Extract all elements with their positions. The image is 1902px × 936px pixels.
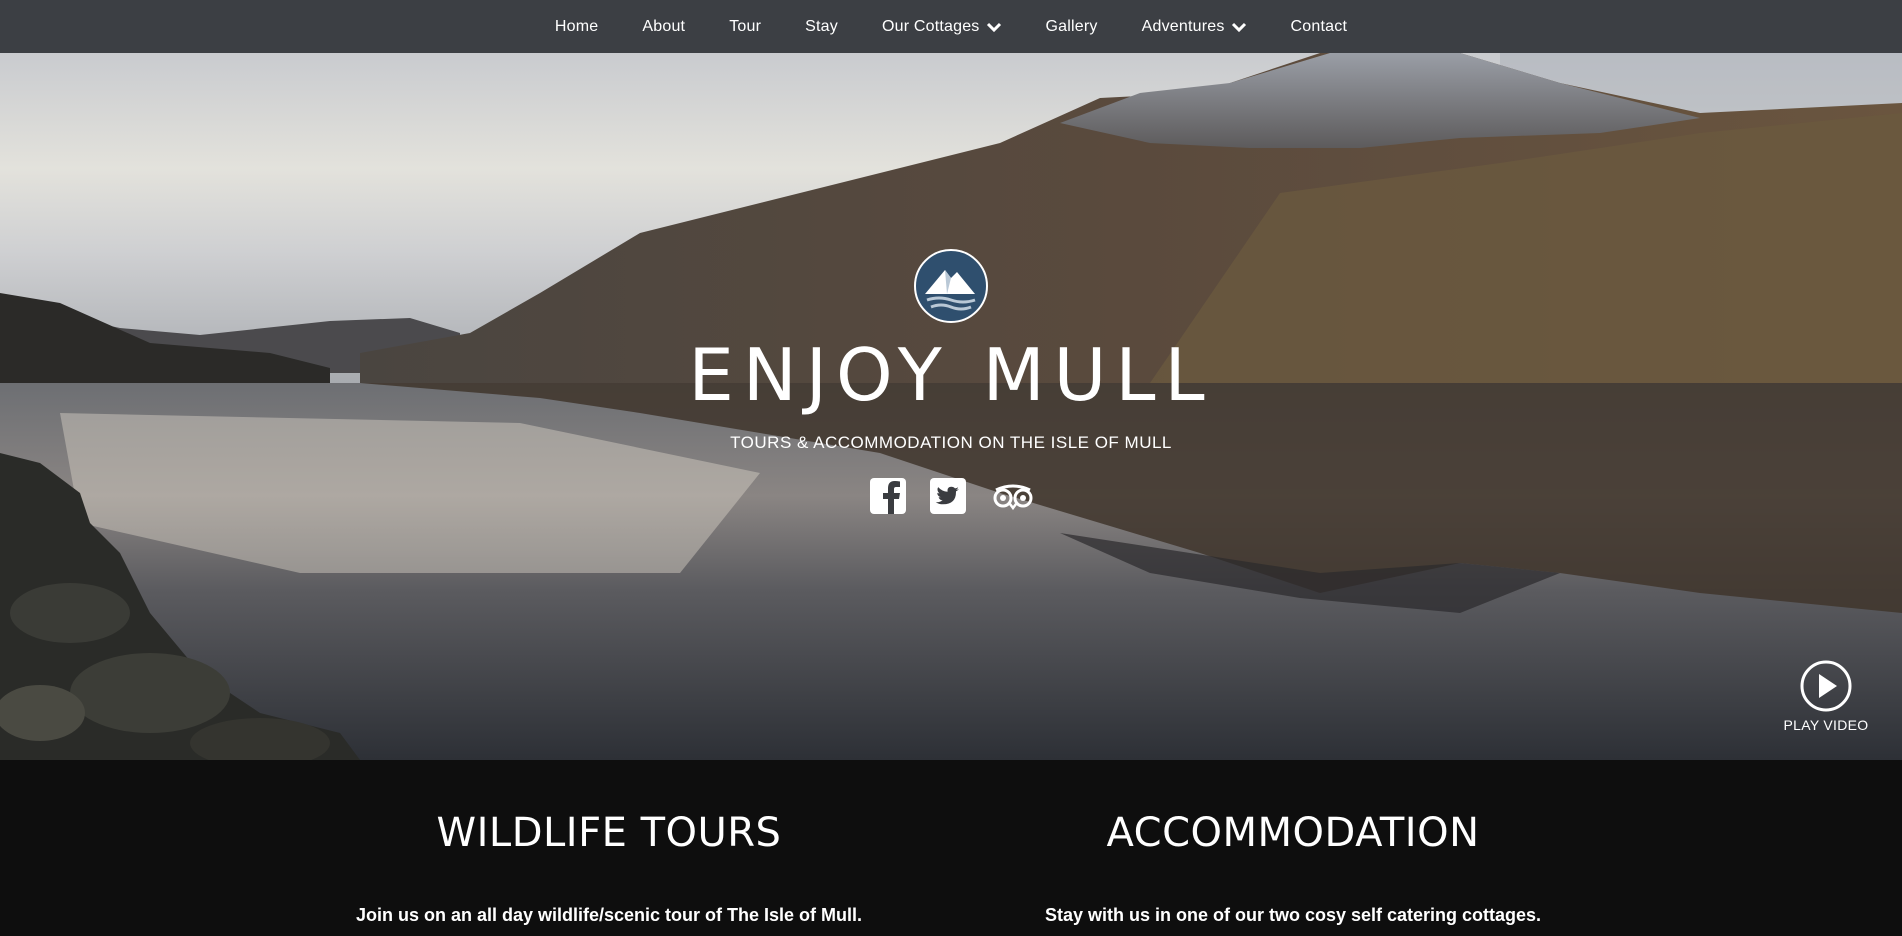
nav-item-label: Stay <box>805 17 838 35</box>
nav-item-about[interactable]: About <box>620 0 707 53</box>
tripadvisor-icon[interactable] <box>990 478 1036 514</box>
chevron-down-icon <box>1231 21 1247 33</box>
wildlife-tours-text: Join us on an all day wildlife/scenic to… <box>355 905 863 925</box>
nav-item-contact[interactable]: Contact <box>1269 0 1370 53</box>
services-section: WILDLIFE TOURS Join us on an all day wil… <box>0 760 1902 936</box>
nav-item-label: About <box>642 17 686 35</box>
accommodation-text: Stay with us in one of our two cosy self… <box>1044 905 1542 925</box>
nav-item-tour[interactable]: Tour <box>707 0 783 53</box>
nav-item-stay[interactable]: Stay <box>783 0 860 53</box>
nav-item-adventures[interactable]: Adventures <box>1120 0 1269 53</box>
facebook-icon[interactable] <box>870 478 906 514</box>
twitter-icon[interactable] <box>930 478 966 514</box>
nav-item-label: Gallery <box>1045 17 1098 35</box>
nav-item-label: Adventures <box>1141 17 1225 35</box>
play-video-label: PLAY VIDEO <box>1783 717 1869 733</box>
page-subtitle: TOURS & ACCOMMODATION ON THE ISLE OF MUL… <box>730 433 1172 452</box>
play-icon <box>1800 660 1852 712</box>
wildlife-tours-heading: WILDLIFE TOURS <box>436 810 782 856</box>
top-navigation: Home About Tour Stay Our Cottages Galler… <box>0 0 1902 53</box>
nav-item-label: Home <box>554 17 599 35</box>
hero-content: ENJOY MULL TOURS & ACCOMMODATION ON THE … <box>0 53 1902 760</box>
nav-item-label: Contact <box>1290 17 1348 35</box>
hero-banner: ENJOY MULL TOURS & ACCOMMODATION ON THE … <box>0 53 1902 760</box>
enjoy-mull-logo <box>914 249 988 323</box>
nav-item-gallery[interactable]: Gallery <box>1024 0 1120 53</box>
social-links <box>870 477 1036 515</box>
nav-item-our-cottages[interactable]: Our Cottages <box>860 0 1024 53</box>
nav-item-label: Tour <box>729 17 762 35</box>
play-video-button[interactable]: PLAY VIDEO <box>1780 659 1872 733</box>
nav-item-home[interactable]: Home <box>533 0 620 53</box>
page-title: ENJOY MULL <box>688 333 1214 417</box>
chevron-down-icon <box>986 21 1002 33</box>
nav-list: Home About Tour Stay Our Cottages Galler… <box>533 0 1369 53</box>
accommodation-heading: ACCOMMODATION <box>1106 810 1480 856</box>
nav-item-label: Our Cottages <box>881 17 980 35</box>
